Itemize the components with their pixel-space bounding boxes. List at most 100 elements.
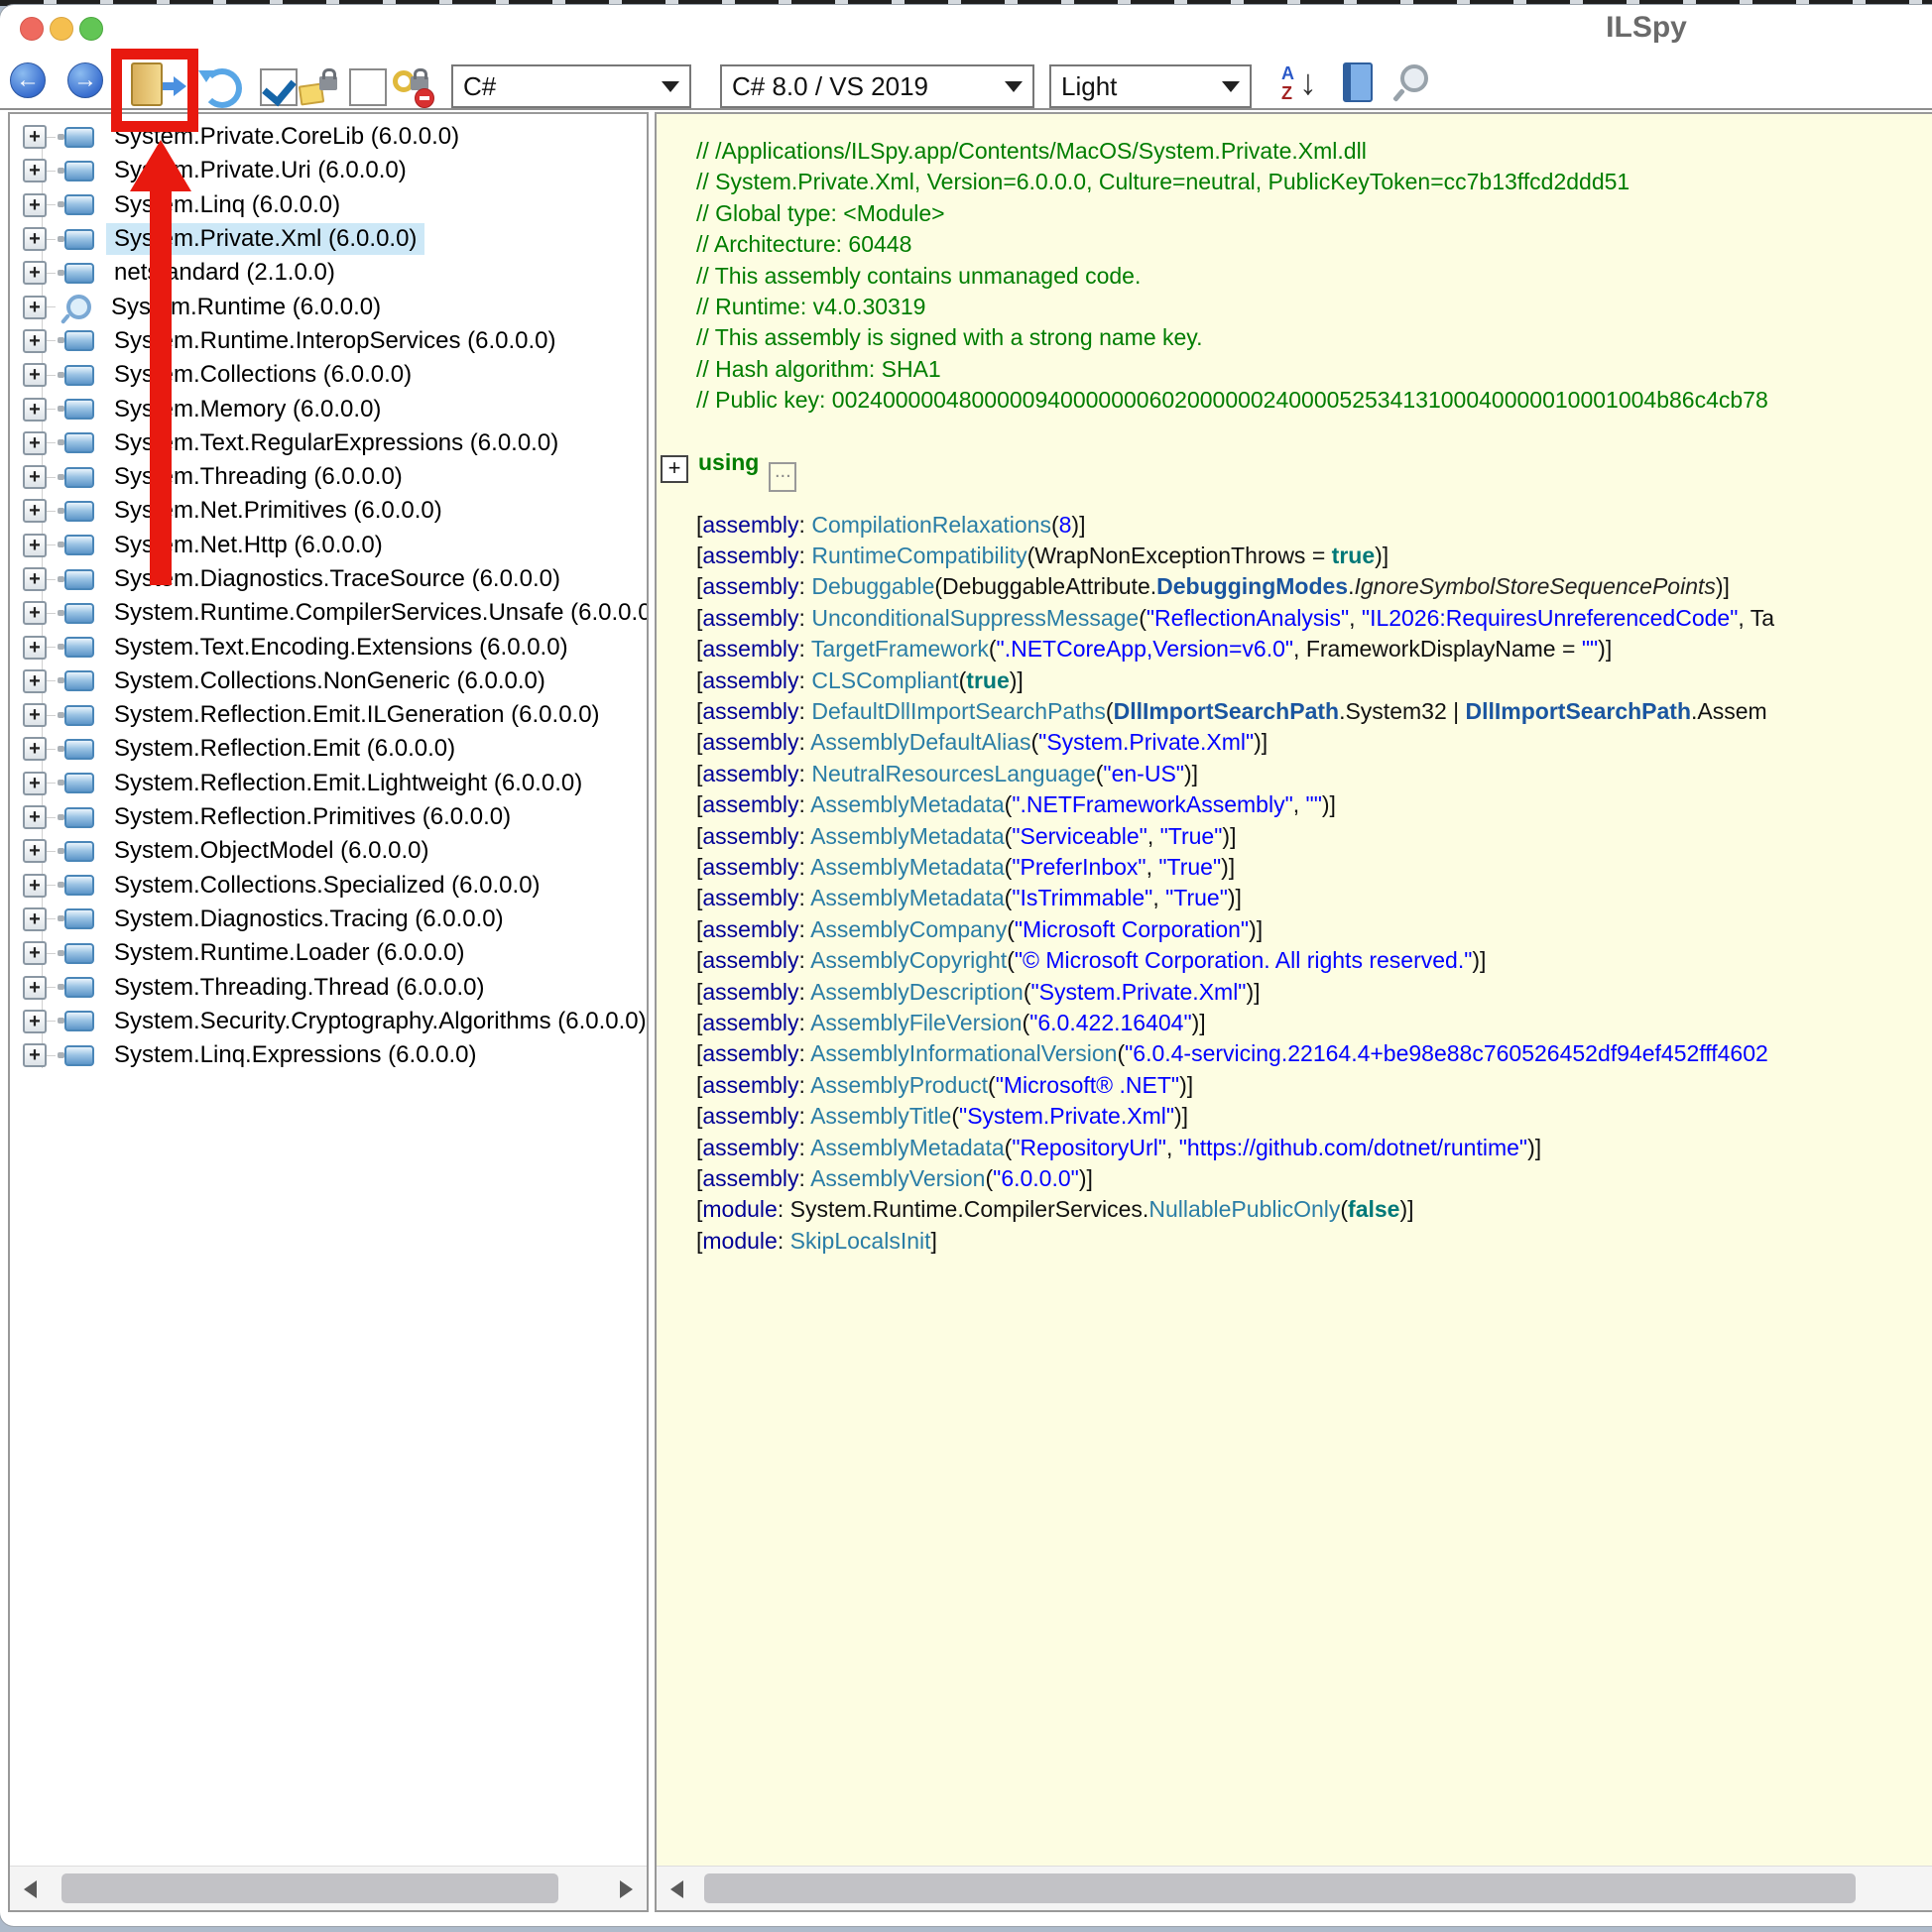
tree-item-label[interactable]: System.Linq (6.0.0.0) bbox=[106, 189, 348, 221]
code-horizontal-scrollbar[interactable] bbox=[657, 1866, 1932, 1910]
tree-item[interactable]: + System.Collections.Specialized (6.0.0.0… bbox=[10, 869, 647, 903]
tree-item[interactable]: + System.Linq.Expressions (6.0.0.0) bbox=[10, 1038, 647, 1072]
expand-plus-icon[interactable]: + bbox=[23, 261, 47, 285]
tree-item[interactable]: + System.Diagnostics.Tracing (6.0.0.0) bbox=[10, 903, 647, 936]
tree-item[interactable]: + System.Net.Http (6.0.0.0) bbox=[10, 529, 647, 562]
tree-item[interactable]: + System.ObjectModel (6.0.0.0) bbox=[10, 834, 647, 868]
scroll-left-arrow-icon[interactable] bbox=[24, 1880, 37, 1898]
expand-plus-icon[interactable]: + bbox=[23, 772, 47, 795]
tree-item-label[interactable]: System.Runtime.Loader (6.0.0.0) bbox=[106, 937, 473, 969]
tree-item-label[interactable]: System.Runtime.InteropServices (6.0.0.0) bbox=[106, 325, 564, 357]
tree-item-label[interactable]: System.Threading.Thread (6.0.0.0) bbox=[106, 972, 493, 1004]
tree-item-label[interactable]: System.Text.RegularExpressions (6.0.0.0) bbox=[106, 427, 566, 459]
expand-plus-icon[interactable]: + bbox=[23, 1010, 47, 1033]
expand-plus-icon[interactable]: + bbox=[23, 431, 47, 455]
tree-item-label[interactable]: System.Reflection.Emit (6.0.0.0) bbox=[106, 733, 463, 765]
tree-item-label[interactable]: netstandard (2.1.0.0) bbox=[106, 257, 343, 289]
tree-item-label[interactable]: System.Runtime.CompilerServices.Unsafe (… bbox=[106, 597, 647, 629]
tree-item-label[interactable]: System.Memory (6.0.0.0) bbox=[106, 394, 389, 425]
tree-item[interactable]: +System.Net.Primitives (6.0.0.0) bbox=[10, 494, 647, 528]
expand-plus-icon[interactable]: + bbox=[23, 737, 47, 761]
back-button[interactable]: ← bbox=[10, 62, 46, 98]
expand-plus-icon[interactable]: + bbox=[23, 227, 47, 251]
tree-item-label[interactable]: System.Linq.Expressions (6.0.0.0) bbox=[106, 1039, 485, 1071]
tree-item[interactable]: +System.Collections (6.0.0.0) bbox=[10, 358, 647, 392]
expand-plus-icon[interactable]: + bbox=[23, 636, 47, 660]
expand-plus-icon[interactable]: + bbox=[23, 601, 47, 625]
tree-item[interactable]: + netstandard (2.1.0.0) bbox=[10, 256, 647, 290]
sort-assemblies-button[interactable]: A Z ↓ bbox=[1279, 62, 1323, 106]
expand-plus-icon[interactable]: + bbox=[23, 465, 47, 489]
expand-plus-icon[interactable]: + bbox=[23, 193, 47, 217]
tree-item-label[interactable]: System.Diagnostics.Tracing (6.0.0.0) bbox=[106, 904, 512, 935]
tree-item-label[interactable]: System.Collections.NonGeneric (6.0.0.0) bbox=[106, 665, 553, 697]
scrollbar-thumb[interactable] bbox=[61, 1873, 558, 1903]
expand-plus-icon[interactable]: + bbox=[23, 499, 47, 523]
expand-plus-icon[interactable]: + bbox=[23, 159, 47, 182]
tree-item-label[interactable]: System.Net.Http (6.0.0.0) bbox=[106, 530, 391, 561]
tree-item[interactable]: + System.Collections.NonGeneric (6.0.0.0) bbox=[10, 664, 647, 698]
tree-item[interactable]: + System.Linq (6.0.0.0) bbox=[10, 188, 647, 222]
tree-item-label[interactable]: System.Runtime (6.0.0.0) bbox=[103, 292, 389, 323]
using-expander-icon[interactable]: + bbox=[661, 455, 688, 483]
theme-dropdown[interactable]: Light bbox=[1049, 64, 1252, 108]
expand-plus-icon[interactable]: + bbox=[23, 363, 47, 387]
expand-plus-icon[interactable]: + bbox=[23, 296, 47, 319]
expand-plus-icon[interactable]: + bbox=[23, 398, 47, 422]
tree-item[interactable]: + System.Reflection.Emit.ILGeneration (6.… bbox=[10, 698, 647, 732]
tree-item[interactable]: +System.Private.Uri (6.0.0.0) bbox=[10, 154, 647, 187]
show-internal-api-checkbox[interactable] bbox=[260, 68, 298, 106]
tree-item[interactable]: + System.Reflection.Emit.Lightweight (6.0… bbox=[10, 767, 647, 800]
expand-plus-icon[interactable]: + bbox=[23, 874, 47, 898]
expand-plus-icon[interactable]: + bbox=[23, 976, 47, 1000]
expand-plus-icon[interactable]: + bbox=[23, 329, 47, 353]
tree-item[interactable]: + System.Text.Encoding.Extensions (6.0.0.… bbox=[10, 630, 647, 664]
tree-horizontal-scrollbar[interactable] bbox=[10, 1866, 647, 1910]
tree-item-label[interactable]: System.Security.Cryptography.Algorithms … bbox=[106, 1006, 647, 1037]
expand-plus-icon[interactable]: + bbox=[23, 839, 47, 863]
scrollbar-thumb[interactable] bbox=[704, 1873, 1856, 1903]
language-dropdown[interactable]: C# bbox=[451, 64, 691, 108]
expand-plus-icon[interactable]: + bbox=[23, 805, 47, 829]
tree-item[interactable]: + System.Reflection.Emit (6.0.0.0) bbox=[10, 732, 647, 766]
tree-item-label[interactable]: System.ObjectModel (6.0.0.0) bbox=[106, 835, 436, 867]
collapse-tree-button[interactable] bbox=[1343, 62, 1373, 102]
tree-item-label[interactable]: System.Diagnostics.TraceSource (6.0.0.0) bbox=[106, 563, 568, 595]
expand-plus-icon[interactable]: + bbox=[23, 703, 47, 727]
tree-item[interactable]: +System.Private.Xml (6.0.0.0) bbox=[10, 222, 647, 256]
tree-item[interactable]: +System.Private.CoreLib (6.0.0.0) bbox=[10, 120, 647, 154]
show-compiler-generated-checkbox[interactable] bbox=[349, 68, 387, 106]
expand-plus-icon[interactable]: + bbox=[23, 1043, 47, 1067]
tree-item[interactable]: +System.Threading (6.0.0.0) bbox=[10, 460, 647, 494]
tree-item[interactable]: + System.Runtime.CompilerServices.Unsafe … bbox=[10, 596, 647, 630]
tree-item-label[interactable]: System.Reflection.Emit.Lightweight (6.0.… bbox=[106, 768, 590, 799]
tree-item[interactable]: + System.Diagnostics.TraceSource (6.0.0.0… bbox=[10, 562, 647, 596]
expand-plus-icon[interactable]: + bbox=[23, 907, 47, 931]
tree-item[interactable]: + System.Text.RegularExpressions (6.0.0.0… bbox=[10, 426, 647, 460]
tree-item[interactable]: + System.Runtime.InteropServices (6.0.0.0… bbox=[10, 324, 647, 358]
tree-item[interactable]: + System.Memory (6.0.0.0) bbox=[10, 392, 647, 425]
expand-plus-icon[interactable]: + bbox=[23, 669, 47, 693]
tree-item[interactable]: + System.Runtime (6.0.0.0) bbox=[10, 290, 647, 323]
scroll-left-arrow-icon[interactable] bbox=[670, 1880, 683, 1898]
scroll-right-arrow-icon[interactable] bbox=[620, 1880, 633, 1898]
tree-item-label[interactable]: System.Reflection.Primitives (6.0.0.0) bbox=[106, 801, 519, 833]
tree-item[interactable]: + System.Security.Cryptography.Algorithms… bbox=[10, 1005, 647, 1038]
search-button[interactable] bbox=[1400, 64, 1428, 92]
tree-item[interactable]: + System.Reflection.Primitives (6.0.0.0) bbox=[10, 800, 647, 834]
assembly-tree[interactable]: +System.Private.CoreLib (6.0.0.0)+System… bbox=[10, 114, 647, 1867]
tree-item[interactable]: + System.Runtime.Loader (6.0.0.0) bbox=[10, 936, 647, 970]
expand-plus-icon[interactable]: + bbox=[23, 534, 47, 557]
tree-item[interactable]: + System.Threading.Thread (6.0.0.0) bbox=[10, 970, 647, 1004]
language-version-dropdown[interactable]: C# 8.0 / VS 2019 bbox=[720, 64, 1034, 108]
collapsed-usings-box[interactable]: ... bbox=[769, 462, 796, 492]
forward-button[interactable]: → bbox=[67, 62, 103, 98]
expand-plus-icon[interactable]: + bbox=[23, 125, 47, 149]
expand-plus-icon[interactable]: + bbox=[23, 941, 47, 965]
tree-item-label[interactable]: System.Reflection.Emit.ILGeneration (6.0… bbox=[106, 699, 608, 731]
tree-item-label[interactable]: System.Text.Encoding.Extensions (6.0.0.0… bbox=[106, 632, 576, 664]
expand-plus-icon[interactable]: + bbox=[23, 567, 47, 591]
tree-item-label[interactable]: System.Collections.Specialized (6.0.0.0) bbox=[106, 870, 548, 902]
refresh-button[interactable] bbox=[202, 68, 242, 108]
code-view[interactable]: // /Applications/ILSpy.app/Contents/MacO… bbox=[657, 114, 1932, 1867]
